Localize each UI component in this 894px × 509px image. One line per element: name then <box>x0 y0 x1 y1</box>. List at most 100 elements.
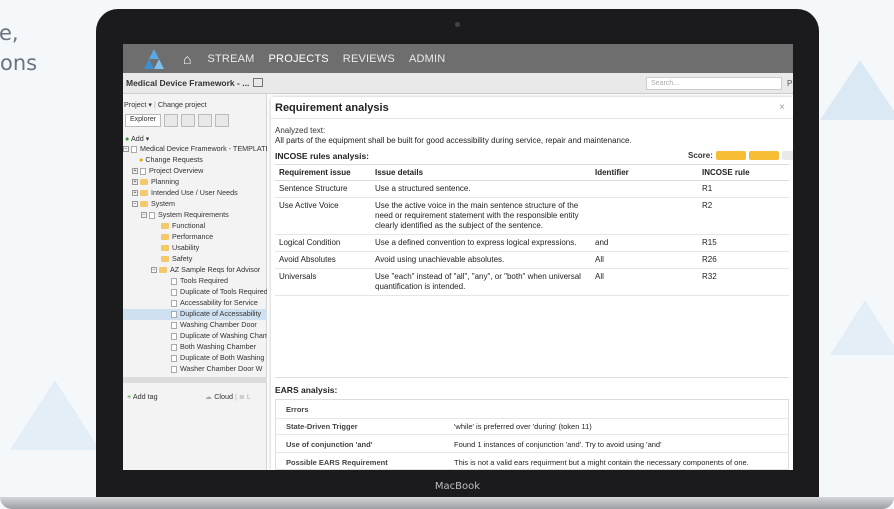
grid-folder-icon <box>140 179 148 186</box>
search-input[interactable]: Search... <box>646 77 782 90</box>
incose-rules-table: Requirement issue Issue details Identifi… <box>275 164 789 296</box>
tree-item[interactable]: + Project Overview <box>123 166 267 177</box>
tree-item[interactable]: Duplicate of Washing Chamber <box>123 331 267 342</box>
tree-item[interactable]: + Planning <box>123 177 267 188</box>
tree-item[interactable]: − AZ Sample Reqs for Advisor <box>123 265 267 276</box>
collapse-icon[interactable]: − <box>123 146 129 153</box>
ears-row: Use of conjunction 'and' Found 1 instanc… <box>276 435 788 453</box>
doc-icon <box>140 167 146 175</box>
doc-icon <box>171 310 177 318</box>
expand-icon[interactable]: + <box>132 168 138 175</box>
table-row: Logical Condition Use a defined conventi… <box>275 234 789 252</box>
change-project-link[interactable]: Change project <box>158 100 207 109</box>
tree-item[interactable]: Both Washing Chamber <box>123 342 267 353</box>
window-icon[interactable] <box>198 114 213 127</box>
add-tag-button[interactable]: + Add tag <box>127 392 158 401</box>
promo-line-2: ons <box>0 51 38 75</box>
app-logo-icon[interactable] <box>143 48 165 70</box>
bg-decor-triangle <box>830 300 894 355</box>
tab-explorer[interactable]: Explorer <box>125 114 162 127</box>
doc-icon <box>149 211 155 219</box>
table-row: Use Active Voice Use the active voice in… <box>275 197 789 235</box>
collapse-icon[interactable]: − <box>132 201 138 208</box>
add-label[interactable]: Add ▾ <box>131 134 149 143</box>
score-segment <box>749 151 779 160</box>
close-icon[interactable]: × <box>779 102 785 113</box>
collapse-icon[interactable]: − <box>151 267 157 274</box>
tree-item[interactable]: Accessability for Service <box>123 298 267 309</box>
header-issue-details: Issue details <box>371 164 591 181</box>
score-label: Score: <box>688 151 713 160</box>
tree-item[interactable]: Usability <box>123 243 267 254</box>
plus-icon: + <box>127 392 132 401</box>
project-icon <box>131 145 137 153</box>
cell-issue: Universals <box>275 268 371 296</box>
score-segment <box>782 151 793 160</box>
doc-icon[interactable] <box>215 114 230 127</box>
cell-details: Use "each" instead of "all", "any", or "… <box>371 268 591 296</box>
folder-icon <box>161 223 169 230</box>
header-requirement-issue: Requirement issue <box>275 164 371 181</box>
subbar-extra[interactable]: P <box>787 79 792 88</box>
laptop-frame: ⌂ STREAM PROJECTS REVIEWS ADMIN Medical … <box>96 9 819 497</box>
cell-details: Avoid using unachievable absolutes. <box>371 251 591 269</box>
tree-item[interactable]: + Intended Use / User Needs <box>123 188 267 199</box>
expand-icon[interactable]: + <box>132 179 138 186</box>
tree-item[interactable]: Duplicate of Both Washing <box>123 353 267 364</box>
tree-item[interactable]: Functional <box>123 221 267 232</box>
cell-rule: R15 <box>698 234 789 252</box>
cell-rule: R26 <box>698 251 789 269</box>
cell-rule: R1 <box>698 180 789 198</box>
nav-stream[interactable]: STREAM <box>207 53 254 65</box>
tree-item[interactable]: Duplicate of Tools Required <box>123 287 267 298</box>
tree-item[interactable]: Washing Chamber Door <box>123 320 267 331</box>
sidebar-scrollbar[interactable] <box>123 377 267 383</box>
tree-item[interactable]: − Medical Device Framework - TEMPLATE <box>123 144 267 155</box>
project-menu[interactable]: Project ▾ | Change project <box>124 100 207 109</box>
tree-item[interactable]: − System <box>123 199 267 210</box>
analyzed-text: All parts of the equipment shall be buil… <box>275 136 632 145</box>
cell-details: Use a structured sentence. <box>371 180 591 198</box>
bg-decor-triangle <box>820 60 894 120</box>
cloud-button[interactable]: ☁ Cloud | ≣ L <box>205 392 251 401</box>
home-icon[interactable]: ⌂ <box>183 51 191 67</box>
analyzed-label: Analyzed text: <box>275 126 326 135</box>
ears-row-value: Found 1 instances of conjunction 'and'. … <box>454 440 662 449</box>
tree-item[interactable]: Performance <box>123 232 267 243</box>
tree-item-selected[interactable]: Duplicate of Accessability <box>123 309 267 320</box>
cell-issue: Logical Condition <box>275 234 371 252</box>
doc-icon <box>171 332 177 340</box>
tree-item[interactable]: Washer Chamber Door W <box>123 364 267 375</box>
tree-item[interactable]: ● Change Requests <box>123 155 267 166</box>
add-menu[interactable]: ● Add ▾ <box>125 134 149 143</box>
expand-icon[interactable]: + <box>132 190 138 197</box>
collapse-icon[interactable]: − <box>141 212 147 219</box>
ears-row-key: State-Driven Trigger <box>286 422 358 431</box>
panel-toggle-icon[interactable] <box>253 78 263 87</box>
ears-heading: EARS analysis: <box>275 385 338 395</box>
filter-icon[interactable] <box>164 114 179 127</box>
cell-identifier: All <box>591 268 698 296</box>
sidebar-tabs: Explorer <box>125 114 230 127</box>
cell-issue: Avoid Absolutes <box>275 251 371 269</box>
project-bar: Medical Device Framework - ... Search...… <box>123 73 793 94</box>
ears-row: State-Driven Trigger 'while' is preferre… <box>276 417 788 435</box>
project-dropdown[interactable]: Project ▾ <box>124 100 152 109</box>
folder-icon <box>161 245 169 252</box>
folder-icon <box>159 267 167 274</box>
tree-item[interactable]: Safety <box>123 254 267 265</box>
cell-issue: Use Active Voice <box>275 197 371 235</box>
doc-icon <box>171 288 177 296</box>
folder-icon <box>161 234 169 241</box>
promo-text: e, ons <box>0 18 37 78</box>
laptop-base <box>0 497 894 509</box>
doc-icon <box>171 354 177 362</box>
tree-item[interactable]: − System Requirements <box>123 210 267 221</box>
doc-icon <box>171 321 177 329</box>
tree-item[interactable]: Tools Required <box>123 276 267 287</box>
nav-projects[interactable]: PROJECTS <box>269 53 329 65</box>
grid-icon[interactable] <box>181 114 196 127</box>
nav-reviews[interactable]: REVIEWS <box>343 53 395 65</box>
project-title[interactable]: Medical Device Framework - ... <box>126 78 249 88</box>
nav-admin[interactable]: ADMIN <box>409 53 445 65</box>
